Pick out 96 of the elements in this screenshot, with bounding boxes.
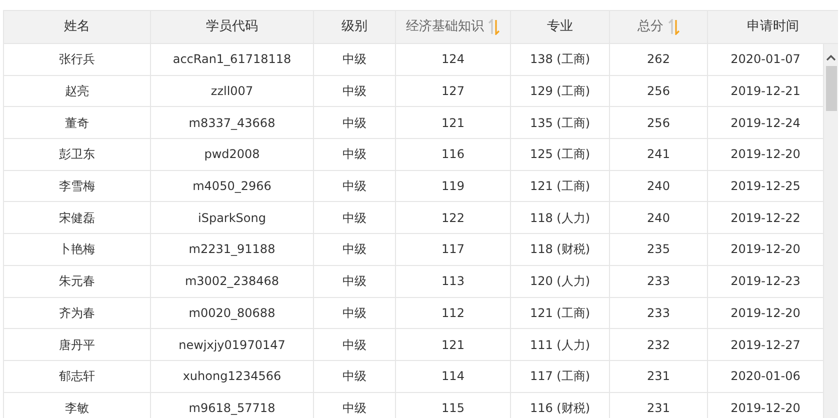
table-cell-text: 中级 (342, 178, 366, 196)
table-cell-text: 2019-12-21 (730, 83, 800, 100)
scrollbar-thumb[interactable] (826, 66, 836, 111)
table-cell-text: m2231_91188 (188, 241, 276, 258)
table-cell-text: 111 (人力) (530, 336, 590, 354)
table-cell-text: 116 (442, 146, 464, 164)
table-cell-text: 齐为春 (59, 304, 95, 322)
table-cell-text: 256 (647, 83, 670, 100)
column-header: 姓名 (64, 18, 90, 36)
table-cell-text: zzll007 (210, 83, 254, 100)
sort-icon[interactable] (488, 19, 500, 35)
table-cell-text: 121 (工商) (530, 304, 590, 322)
scroll-up-icon[interactable] (826, 54, 836, 62)
table-cell-text: 2019-12-23 (730, 273, 800, 290)
table-cell-text: 256 (647, 114, 670, 132)
table-cell-text: 2019-12-20 (730, 146, 800, 164)
table-cell-text: 119 (442, 178, 464, 196)
table-cell-text: 262 (647, 51, 670, 68)
table-cell-text: 董奇 (65, 114, 89, 132)
table-cell-text: 115 (442, 400, 464, 417)
table-cell-text: 中级 (342, 241, 366, 258)
table-cell-text: 116 (财税) (530, 400, 590, 417)
table-cell-text: 233 (647, 273, 670, 290)
table-cell-text: xuhong1234566 (182, 368, 282, 386)
table-cell-text: m9618_57718 (188, 400, 276, 417)
table-cell-text: 2019-12-27 (730, 336, 800, 354)
table-cell-text: 233 (647, 304, 670, 322)
table-cell-text: 231 (647, 400, 670, 417)
table-cell-text: 235 (647, 241, 670, 258)
table-cell-text: 卜艳梅 (59, 241, 95, 258)
table-cell-text: 232 (647, 336, 670, 354)
table-cell-text: 2019-12-20 (730, 241, 800, 258)
table-cell-text: m4050_2966 (192, 178, 272, 196)
table-cell-text: 118 (人力) (530, 210, 590, 227)
table-cell-text: 125 (工商) (530, 146, 590, 164)
sort-icon[interactable] (668, 19, 680, 35)
table-cell-text: 张行兵 (59, 51, 95, 68)
table-cell-text: pwd2008 (204, 146, 260, 164)
table-cell-text: 唐丹平 (59, 336, 95, 354)
table-cell-text: m3002_238468 (184, 273, 280, 290)
table-cell-text: 135 (工商) (530, 114, 590, 132)
table-cell-text: 2019-12-20 (730, 400, 800, 417)
table-cell-text: 240 (647, 178, 670, 196)
table-cell-text: 2019-12-24 (730, 114, 800, 132)
column-header: 学员代码 (206, 18, 258, 36)
table-cell-text: 129 (工商) (530, 83, 590, 100)
table-cell-text: 2019-12-25 (730, 178, 800, 196)
table-cell-text: 117 (工商) (530, 368, 590, 386)
table-cell-text: 中级 (342, 114, 366, 132)
table-cell-text: 120 (人力) (530, 273, 590, 290)
table-cell-text: 中级 (342, 51, 366, 68)
table-cell-text: 241 (647, 146, 670, 164)
column-header: 申请时间 (747, 18, 799, 36)
table-cell-text: 117 (442, 241, 464, 258)
table-cell-text: 李雪梅 (59, 178, 95, 196)
table-cell-text: 240 (647, 210, 670, 227)
table-cell-text: 2019-12-22 (730, 210, 800, 227)
table-cell-text: 郁志轩 (59, 368, 95, 386)
table-cell-text: 122 (442, 210, 464, 227)
table-cell-text: 121 (工商) (530, 178, 590, 196)
column-header: 级别 (342, 18, 368, 36)
table-cell-text: 李敏 (65, 400, 89, 417)
column-header[interactable]: 总分 (638, 17, 664, 37)
table-cell-text: 2019-12-20 (730, 304, 800, 322)
table-cell-text: 121 (442, 114, 464, 132)
table-cell-text: 中级 (342, 368, 366, 386)
table-cell-text: 231 (647, 368, 670, 386)
table-cell-text: 中级 (342, 83, 366, 100)
table-cell-text: 118 (财税) (530, 241, 590, 258)
table-cell-text: 彭卫东 (59, 146, 95, 164)
table-cell-text: iSparkSong (198, 210, 266, 227)
table-cell-text: 114 (442, 368, 464, 386)
table-cell-text: m8337_43668 (188, 114, 276, 132)
column-header: 专业 (547, 18, 573, 36)
table-cell-text: 中级 (342, 400, 366, 417)
table-cell-text: 2020-01-07 (730, 51, 800, 68)
table-cell-text: 赵亮 (65, 83, 89, 100)
table-cell-text: 124 (442, 51, 464, 68)
table-cell-text: 中级 (342, 336, 366, 354)
column-header[interactable]: 经济基础知识 (406, 17, 484, 37)
table-cell-text: accRan1_61718118 (172, 51, 292, 68)
table-cell-text: 112 (442, 304, 464, 322)
table-cell-text: 中级 (342, 304, 366, 322)
table-cell-text: 127 (442, 83, 464, 100)
table-cell-text: 朱元春 (59, 273, 95, 290)
table-cell-text: 121 (442, 336, 464, 354)
table-cell-text: 中级 (342, 146, 366, 164)
table-cell-text: m0020_80688 (188, 304, 276, 322)
table-cell-text: 138 (工商) (530, 51, 590, 68)
table-cell-text: 中级 (342, 210, 366, 227)
table-cell-text: 2020-01-06 (730, 368, 800, 386)
scrollbar[interactable] (824, 44, 838, 418)
table-cell-text: newjxjy01970147 (178, 336, 286, 354)
table-cell-text: 113 (442, 273, 464, 290)
table-cell-text: 宋健磊 (59, 210, 95, 227)
table-cell-text: 中级 (342, 273, 366, 290)
